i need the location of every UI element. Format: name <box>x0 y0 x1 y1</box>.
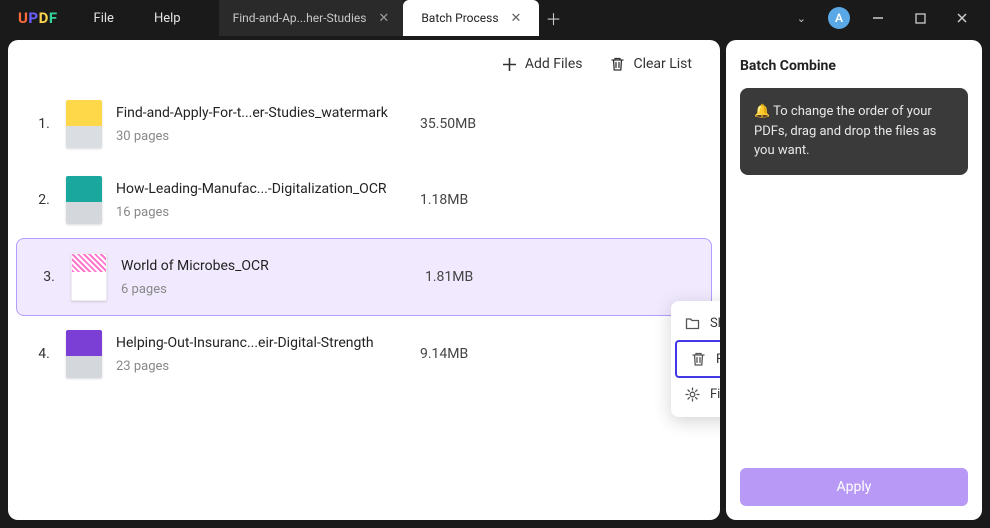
chevron-down-icon[interactable]: ⌄ <box>789 12 814 25</box>
page-count: 23 pages <box>116 359 416 374</box>
file-thumbnail <box>66 330 102 378</box>
gear-icon <box>685 387 700 402</box>
row-number: 2. <box>22 192 66 208</box>
row-number: 1. <box>22 116 66 132</box>
add-files-button[interactable]: Add Files <box>502 56 583 72</box>
page-count: 30 pages <box>116 129 416 144</box>
ctx-show-in-folder[interactable]: Show in Folder <box>671 307 720 340</box>
menu-help[interactable]: Help <box>154 11 181 26</box>
file-list: 1. Find-and-Apply-For-t...er-Studies_wat… <box>8 80 720 520</box>
list-item[interactable]: 3. World of Microbes_OCR 6 pages 1.81MB <box>16 238 712 316</box>
side-title: Batch Combine <box>740 58 968 74</box>
new-tab-button[interactable]: ＋ <box>539 0 567 36</box>
trash-icon <box>691 351 706 367</box>
close-icon[interactable]: ✕ <box>511 11 522 26</box>
list-item[interactable]: 1. Find-and-Apply-For-t...er-Studies_wat… <box>12 86 716 162</box>
file-name: How-Leading-Manufac...-Digitalization_OC… <box>116 180 416 198</box>
ctx-setting-label: File Setting <box>710 387 720 402</box>
tab-active[interactable]: Batch Process ✕ <box>403 0 539 36</box>
app-logo: UPDF <box>0 9 76 27</box>
ctx-file-setting[interactable]: File Setting <box>671 378 720 411</box>
plus-icon <box>502 57 517 72</box>
tab-inactive[interactable]: Find-and-Ap...her-Studies ✕ <box>219 0 404 36</box>
file-size: 35.50MB <box>420 116 476 132</box>
file-thumbnail <box>66 100 102 148</box>
add-files-label: Add Files <box>525 56 583 72</box>
page-count: 6 pages <box>121 282 421 297</box>
side-panel: Batch Combine 🔔 To change the order of y… <box>726 40 982 520</box>
list-item[interactable]: 4. Helping-Out-Insuranc...eir-Digital-St… <box>12 316 716 392</box>
ctx-show-label: Show in Folder <box>710 316 720 331</box>
file-thumbnail <box>66 176 102 224</box>
minimize-button[interactable] <box>864 4 892 32</box>
tab-active-label: Batch Process <box>421 11 498 25</box>
row-number: 3. <box>27 269 71 285</box>
menu-file[interactable]: File <box>94 11 114 26</box>
file-size: 1.18MB <box>420 192 468 208</box>
row-number: 4. <box>22 346 66 362</box>
close-button[interactable] <box>948 4 976 32</box>
file-size: 9.14MB <box>420 346 468 362</box>
file-thumbnail <box>71 253 107 301</box>
avatar[interactable]: A <box>828 7 850 29</box>
clear-list-label: Clear List <box>633 56 692 72</box>
close-icon[interactable]: ✕ <box>378 11 389 26</box>
ctx-remove-label: Remove File <box>716 352 720 367</box>
page-count: 16 pages <box>116 205 416 220</box>
trash-icon <box>610 56 625 72</box>
folder-icon <box>685 316 700 331</box>
hint-box: 🔔 To change the order of your PDFs, drag… <box>740 88 968 175</box>
apply-button[interactable]: Apply <box>740 468 968 506</box>
file-name: Helping-Out-Insuranc...eir-Digital-Stren… <box>116 334 416 352</box>
tab-inactive-label: Find-and-Ap...her-Studies <box>233 11 367 25</box>
file-size: 1.81MB <box>425 269 473 285</box>
context-menu: Show in Folder Remove File File Setting <box>671 301 720 417</box>
list-item[interactable]: 2. How-Leading-Manufac...-Digitalization… <box>12 162 716 238</box>
maximize-button[interactable] <box>906 4 934 32</box>
file-name: World of Microbes_OCR <box>121 257 421 275</box>
main-panel: Add Files Clear List 1. Find-and-Apply-F… <box>8 40 720 520</box>
ctx-remove-file[interactable]: Remove File <box>675 340 720 378</box>
clear-list-button[interactable]: Clear List <box>610 56 692 72</box>
file-name: Find-and-Apply-For-t...er-Studies_waterm… <box>116 104 416 122</box>
